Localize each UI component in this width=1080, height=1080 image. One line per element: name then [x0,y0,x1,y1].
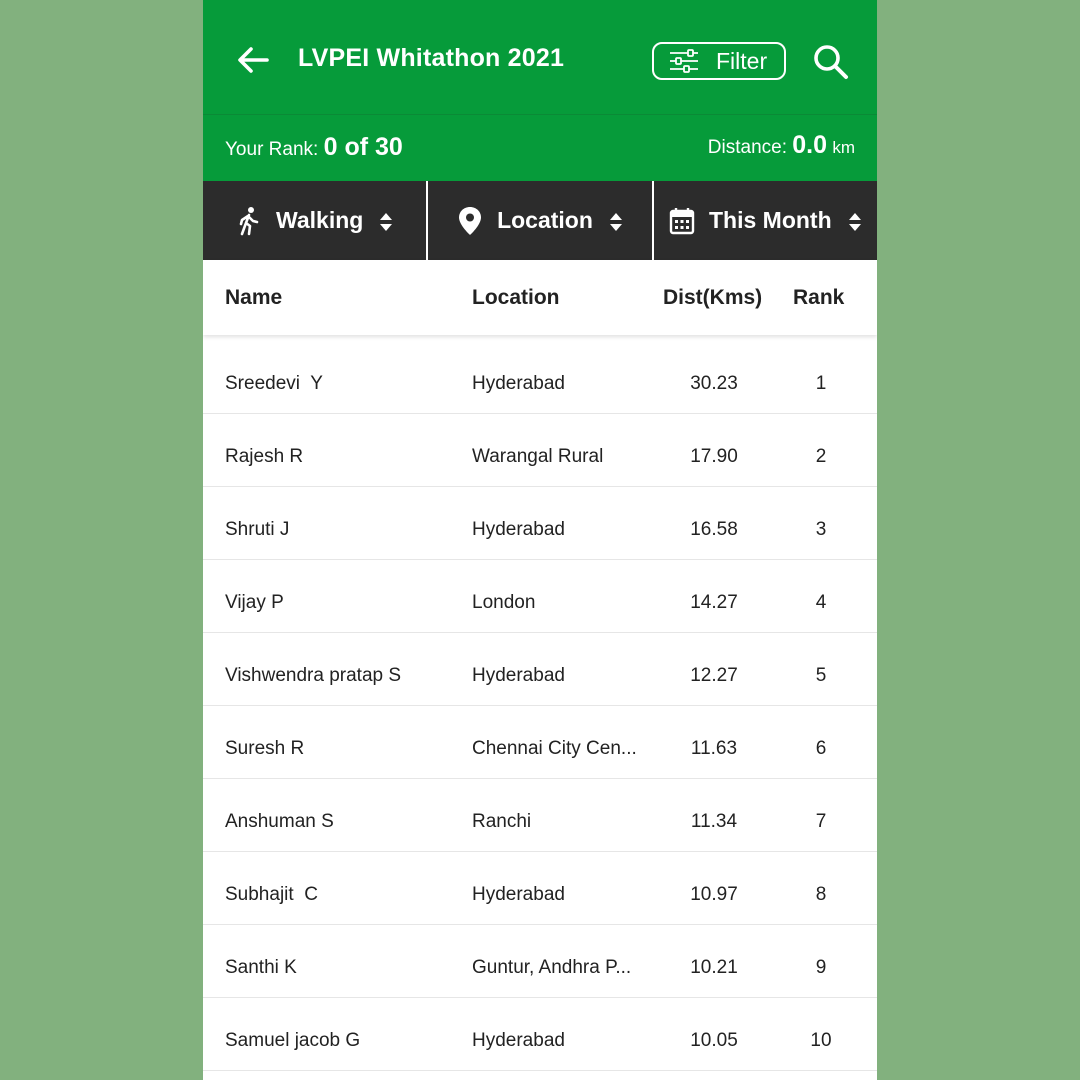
row-distance: 11.63 [690,738,738,759]
table-header: Name Location Dist(Kms) Rank [203,260,877,335]
sort-icon [379,211,393,231]
filter-button[interactable]: Filter [652,42,786,80]
row-location: Guntur, Andhra P... [472,957,632,978]
row-rank: 10 [810,1030,832,1051]
your-rank: Your Rank: 0 of 30 [225,133,403,162]
row-location: Hyderabad [472,519,565,540]
row-distance: 16.58 [690,519,738,540]
table-row[interactable]: Sreedevi Y Hyderabad 30.23 1 [203,341,877,414]
sort-icon [848,211,862,231]
table-row[interactable]: Santhi K Guntur, Andhra P... 10.21 9 [203,925,877,998]
distance-label: Distance: [707,137,787,158]
filter-tabs: Walking Location This Month [203,181,877,260]
row-name: Vijay P [225,592,284,613]
tab-period-this-month[interactable]: This Month [654,181,877,260]
table-row[interactable]: Suresh R Chennai City Cen... 11.63 6 [203,706,877,779]
table-row[interactable]: Subhajit C Hyderabad 10.97 8 [203,852,877,925]
row-location: London [472,592,536,613]
row-rank: 4 [815,592,827,613]
column-header-name: Name [225,285,283,309]
filter-label: Filter [716,47,768,74]
row-rank: 8 [815,884,827,905]
row-name: Vishwendra pratap S [225,665,402,686]
sliders-icon [668,49,700,73]
row-location: Hyderabad [472,1030,565,1051]
your-distance: Distance: 0.0 km [708,131,855,160]
row-rank: 6 [815,738,827,759]
search-icon[interactable] [811,42,851,82]
back-arrow-icon[interactable] [233,40,273,80]
sort-icon [609,211,623,231]
row-rank: 7 [815,811,827,832]
page-title: LVPEI Whitathon 2021 [298,44,565,72]
distance-unit: km [832,138,855,157]
table-row[interactable]: Vishwendra pratap S Hyderabad 12.27 5 [203,633,877,706]
rank-summary-bar: Your Rank: 0 of 30 Distance: 0.0 km [203,115,877,181]
row-location: Hyderabad [472,884,565,905]
row-rank: 5 [815,665,827,686]
row-rank: 2 [815,446,827,467]
column-header-distance: Dist(Kms) [663,285,763,309]
row-location: Hyderabad [472,665,565,686]
table-row[interactable]: Rajesh R Warangal Rural 17.90 2 [203,414,877,487]
tab-label: Location [497,207,593,233]
row-location: Chennai City Cen... [472,738,637,759]
table-row[interactable]: Shruti J Hyderabad 16.58 3 [203,487,877,560]
row-distance: 11.34 [690,811,738,832]
row-distance: 10.21 [690,957,738,978]
column-header-location: Location [472,285,560,309]
table-row[interactable]: Vijay P London 14.27 4 [203,560,877,633]
tab-activity-walking[interactable]: Walking [203,181,429,260]
row-name: Suresh R [225,738,305,759]
row-name: Subhajit C [225,884,318,905]
row-location: Warangal Rural [472,446,604,467]
row-name: Rajesh R [225,446,304,467]
location-pin-icon [457,206,483,236]
row-distance: 30.23 [690,373,738,394]
row-location: Hyderabad [472,373,565,394]
row-distance: 10.05 [690,1030,738,1051]
rank-label: Your Rank: [225,139,319,160]
row-name: Samuel jacob G [225,1030,361,1051]
row-rank: 1 [815,373,827,394]
distance-value: 0.0 [792,131,828,159]
table-row[interactable]: Anshuman S Ranchi 11.34 7 [203,779,877,852]
leaderboard-list: Sreedevi Y Hyderabad 30.23 1 Rajesh R Wa… [203,335,877,1071]
table-row[interactable]: Samuel jacob G Hyderabad 10.05 10 [203,998,877,1071]
column-header-rank: Rank [793,285,845,309]
row-distance: 17.90 [690,446,738,467]
row-rank: 9 [815,957,827,978]
row-name: Anshuman S [225,811,334,832]
tab-label: Walking [276,207,364,233]
row-name: Sreedevi Y [225,373,323,394]
row-name: Santhi K [225,957,297,978]
row-location: Ranchi [472,811,532,832]
row-distance: 10.97 [690,884,738,905]
row-name: Shruti J [225,519,290,540]
tab-location[interactable]: Location [428,181,654,260]
row-distance: 14.27 [690,592,738,613]
row-rank: 3 [815,519,827,540]
app-bar: LVPEI Whitathon 2021 Filter [203,0,877,115]
tab-label: This Month [709,207,832,233]
walking-icon [236,206,262,236]
rank-value: 0 of 30 [323,133,403,161]
calendar-icon [669,206,695,236]
app-screen: LVPEI Whitathon 2021 Filter Your Rank: 0… [203,0,877,1080]
row-distance: 12.27 [690,665,738,686]
